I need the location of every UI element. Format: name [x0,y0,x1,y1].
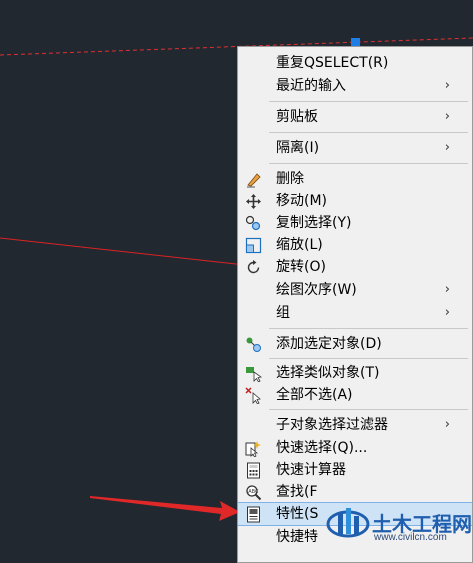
eraser-icon [247,173,261,188]
civilcn-logo-icon [326,508,370,538]
menu-item-move[interactable]: 移动(M) [238,190,472,212]
menu-item-quick-select[interactable]: 快速选择(Q)... [238,437,472,459]
menu-item-deselect-all[interactable]: 全部不选(A) [238,384,472,406]
menu-item-group[interactable]: 组 › [238,302,472,324]
properties-icon [247,506,260,523]
chevron-right-icon: › [444,140,450,155]
find-icon: ABC [246,485,262,501]
menu-item-quick-calc[interactable]: 快速计算器 [238,459,472,481]
chevron-right-icon: › [444,109,450,124]
menu-item-copy-selection[interactable]: 复制选择(Y) [238,212,472,234]
menu-item-repeat-qselect[interactable]: 重复QSELECT(R) [238,52,472,74]
menu-item-clipboard[interactable]: 剪贴板 › [238,106,472,128]
select-similar-icon [246,367,262,382]
svg-text:ABC: ABC [248,489,259,495]
chevron-right-icon: › [444,417,450,432]
scale-icon [245,237,262,254]
menu-item-scale[interactable]: 缩放(L) [238,234,472,256]
chevron-right-icon: › [444,78,450,93]
move-icon [246,194,261,209]
menu-item-select-similar[interactable]: 选择类似对象(T) [238,362,472,384]
menu-item-subobject-filter[interactable]: 子对象选择过滤器 › [238,414,472,436]
deselect-all-icon [245,387,261,404]
chevron-right-icon: › [444,305,450,320]
menu-separator [269,409,468,410]
menu-item-draw-order[interactable]: 绘图次序(W) › [238,279,472,301]
menu-separator [269,101,468,102]
calculator-icon [247,462,260,479]
rotate-icon [247,260,260,274]
site-watermark: 土木工程网 www.civilcn.com [320,488,472,558]
red-line[interactable] [0,237,246,266]
menu-separator [269,132,468,133]
menu-separator [269,358,468,359]
chevron-right-icon: › [444,282,450,297]
add-selected-icon [246,337,261,352]
menu-item-add-selected[interactable]: 添加选定对象(D) [238,333,472,355]
copy-icon [245,215,261,231]
menu-separator [269,328,468,329]
quick-select-icon [245,441,261,457]
menu-item-delete[interactable]: 删除 [238,168,472,190]
menu-item-rotate[interactable]: 旋转(O) [238,256,472,278]
watermark-url: www.civilcn.com [374,532,447,543]
menu-item-recent-input[interactable]: 最近的输入 › [238,75,472,97]
context-menu: 重复QSELECT(R) 最近的输入 › 剪贴板 › 隔离(I) › 删除 移动(M)… [237,46,473,563]
pointer-arrow [90,496,240,521]
menu-item-isolate[interactable]: 隔离(I) › [238,137,472,159]
menu-separator [269,163,468,164]
